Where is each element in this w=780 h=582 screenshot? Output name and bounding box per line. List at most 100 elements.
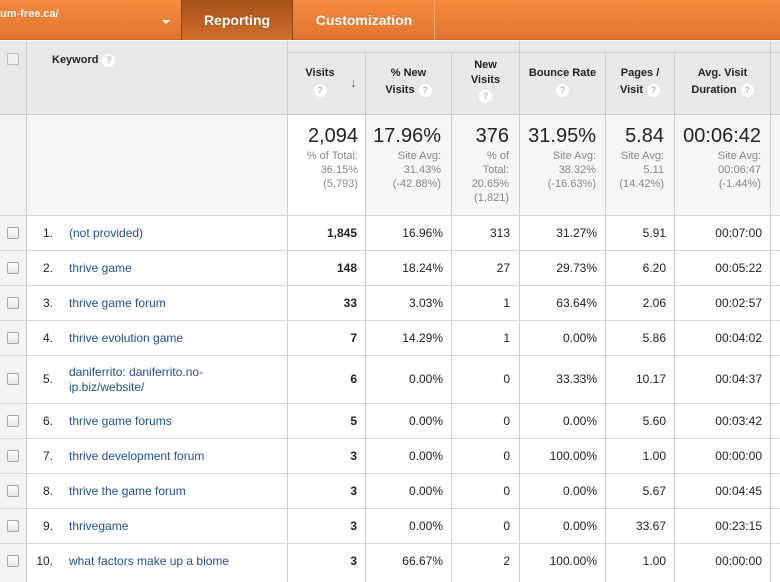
bounce-rate-value: 100.00% xyxy=(549,554,597,568)
summary-pct-new-visits: 17.96% Site Avg: 31.43% (-42.88%) xyxy=(373,125,441,190)
column-label: Visits xyxy=(385,84,415,96)
new-visits-value: 0 xyxy=(503,449,510,463)
row-divider xyxy=(0,543,780,544)
tab-customization[interactable]: Customization xyxy=(294,0,435,40)
help-icon[interactable]: ? xyxy=(556,84,569,97)
visits-value: 3 xyxy=(350,449,357,463)
table-row: 4. thrive evolution game 7 14.29% 1 0.00% 5.86… xyxy=(0,320,780,355)
table-row: 8. thrive the game forum 3 0.00% 0 0.00% 5.67 0… xyxy=(0,473,780,508)
keyword-link[interactable]: (not provided) xyxy=(69,226,143,241)
column-label: Pages / xyxy=(620,67,660,79)
row-divider xyxy=(0,438,780,439)
keyword-link[interactable]: thrive game forum xyxy=(69,296,166,311)
row-checkbox[interactable] xyxy=(7,450,19,462)
keyword-line: daniferrito: daniferrito.no- xyxy=(69,365,204,379)
tab-reporting[interactable]: Reporting xyxy=(181,0,293,40)
row-checkbox[interactable] xyxy=(7,415,19,427)
row-rank: 8. xyxy=(42,484,53,498)
select-all-checkbox[interactable] xyxy=(7,53,19,65)
row-rank: 9. xyxy=(42,519,53,533)
help-icon[interactable]: ? xyxy=(740,83,754,97)
keyword-link[interactable]: thrive the game forum xyxy=(69,484,186,499)
table-row: 10. what factors make up a biome 3 66.67% 2 1… xyxy=(0,543,780,578)
pct-new-visits-value: 14.29% xyxy=(402,331,443,345)
row-checkbox[interactable] xyxy=(7,227,19,239)
column-label: Bounce Rate xyxy=(528,67,597,79)
keyword-link[interactable]: thrive game forums xyxy=(69,414,172,429)
pages-per-visit-value: 5.67 xyxy=(642,484,666,498)
bounce-rate-value: 29.73% xyxy=(556,261,597,275)
column-header-new-visits[interactable]: New Visits ? xyxy=(452,58,519,103)
pct-new-visits-value: 0.00% xyxy=(408,484,443,498)
pct-new-visits-value: 0.00% xyxy=(408,449,443,463)
bounce-rate-value: 0.00% xyxy=(562,414,597,428)
keyword-link[interactable]: thrive game xyxy=(69,261,132,276)
column-header-bounce-rate[interactable]: Bounce Rate ? xyxy=(520,65,605,97)
avg-visit-duration-value: 00:04:02 xyxy=(715,331,762,345)
help-icon[interactable]: ? xyxy=(313,84,327,97)
top-nav-bar: um-free.ca/ Reporting Customization xyxy=(0,0,780,40)
pct-new-visits-value: 3.03% xyxy=(408,296,443,310)
help-icon[interactable]: ? xyxy=(479,90,492,103)
column-header-pct-new-visits[interactable]: % New Visits? xyxy=(366,65,451,99)
summary-new-visits: 376 % of Total: 20.65% (1,821) xyxy=(471,125,509,204)
column-label: Keyword xyxy=(52,54,99,66)
keyword-link[interactable]: thrive evolution game xyxy=(69,331,183,346)
column-label: Avg. Visit xyxy=(697,67,748,79)
visits-value: 5 xyxy=(350,414,357,428)
column-label: New xyxy=(474,59,497,71)
pct-new-visits-value: 0.00% xyxy=(408,519,443,533)
summary-bounce-rate: 31.95% Site Avg: 38.32% (-16.63%) xyxy=(528,125,596,190)
avg-visit-duration-value: 00:03:42 xyxy=(715,414,762,428)
pages-per-visit-value: 10.17 xyxy=(635,372,666,386)
row-checkbox[interactable] xyxy=(7,520,19,532)
row-checkbox[interactable] xyxy=(7,262,19,274)
help-icon[interactable]: ? xyxy=(647,83,661,97)
chevron-down-icon[interactable] xyxy=(162,20,170,24)
bounce-rate-value: 31.27% xyxy=(556,226,597,240)
row-checkbox[interactable] xyxy=(7,373,19,385)
visits-value: 6 xyxy=(350,372,357,386)
avg-visit-duration-value: 00:00:00 xyxy=(715,449,762,463)
row-checkbox[interactable] xyxy=(7,297,19,309)
visits-value: 3 xyxy=(350,484,357,498)
pages-per-visit-value: 2.06 xyxy=(642,296,666,310)
visits-value: 3 xyxy=(350,519,357,533)
keyword-link[interactable]: thrivegame xyxy=(69,519,128,534)
help-icon[interactable]: ? xyxy=(418,83,432,97)
new-visits-value: 0 xyxy=(503,414,510,428)
avg-visit-duration-value: 00:04:37 xyxy=(715,372,762,386)
new-visits-value: 1 xyxy=(503,296,510,310)
column-header-visits[interactable]: Visits ? xyxy=(288,65,352,97)
pct-new-visits-value: 0.00% xyxy=(408,414,443,428)
new-visits-value: 0 xyxy=(503,484,510,498)
keyword-report-table: Keyword? Visits ? ↓ % New Visits? New Vi… xyxy=(0,41,780,582)
column-header-pages-per-visit[interactable]: Pages / Visit? xyxy=(606,65,674,99)
row-checkbox[interactable] xyxy=(7,332,19,344)
keyword-link[interactable]: what factors make up a biome xyxy=(69,554,229,569)
pages-per-visit-value: 6.20 xyxy=(642,261,666,275)
keyword-line: ip.biz/website/ xyxy=(69,380,145,394)
property-selector[interactable]: um-free.ca/ xyxy=(0,0,180,40)
summary-row-checkbox-cell xyxy=(0,115,27,215)
visits-value: 7 xyxy=(350,331,357,345)
summary-visits: 2,094 % of Total: 36.15% (5,793) xyxy=(306,125,358,190)
avg-visit-duration-value: 00:02:57 xyxy=(715,296,762,310)
row-rank: 2. xyxy=(42,261,53,275)
pct-new-visits-value: 66.67% xyxy=(402,554,443,568)
column-label: Duration xyxy=(691,84,737,96)
row-checkbox[interactable] xyxy=(7,555,19,567)
help-icon[interactable]: ? xyxy=(102,53,116,67)
row-rank: 4. xyxy=(42,331,53,345)
row-checkbox[interactable] xyxy=(7,485,19,497)
table-row: 1. (not provided) 1,845 16.96% 313 31.27% 5.91… xyxy=(0,215,780,250)
row-rank: 3. xyxy=(42,296,53,310)
new-visits-value: 27 xyxy=(496,261,510,275)
row-divider xyxy=(0,285,780,286)
row-divider xyxy=(0,355,780,356)
keyword-link[interactable]: daniferrito: daniferrito.no-ip.biz/websi… xyxy=(69,365,269,395)
sort-descending-icon[interactable]: ↓ xyxy=(350,75,357,90)
column-header-keyword[interactable]: Keyword? xyxy=(52,52,116,69)
keyword-link[interactable]: thrive development forum xyxy=(69,449,204,464)
column-header-avg-visit-duration[interactable]: Avg. Visit Duration? xyxy=(675,65,770,99)
